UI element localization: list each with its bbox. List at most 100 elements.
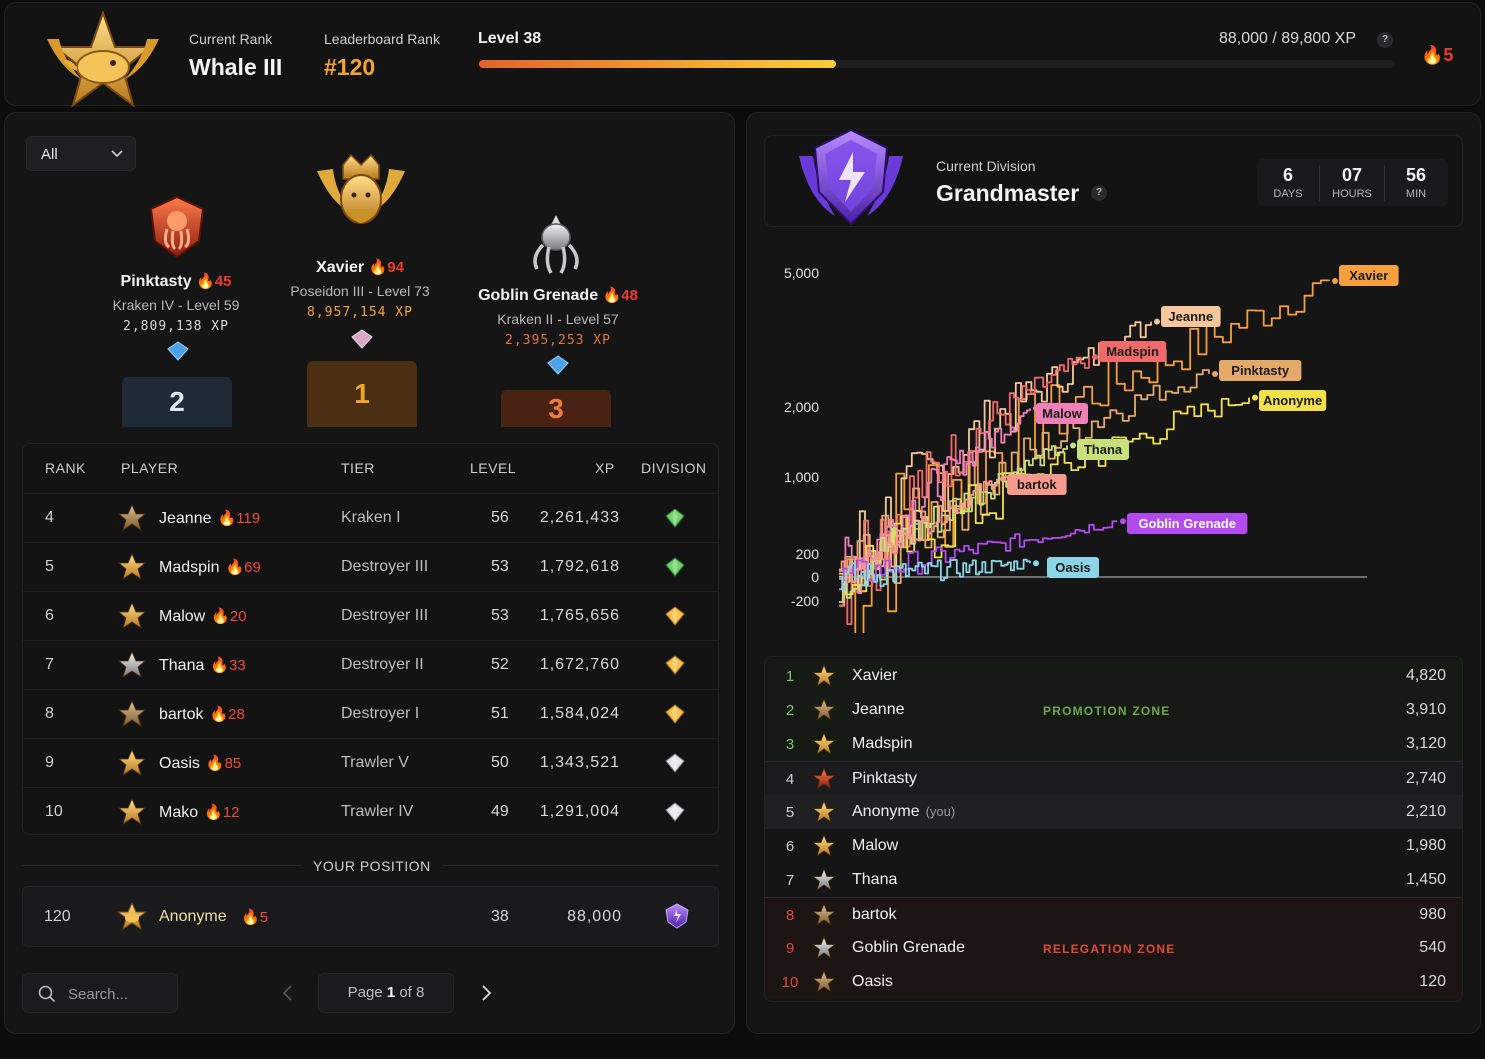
your-rank: 120 [44,908,71,925]
standings-player: Goblin Grenade [852,939,965,957]
podium-1-name-text: Xavier [316,259,365,276]
table-row[interactable]: 4 Jeanne 🔥119 Kraken I 56 2,261,433 [23,493,718,542]
division-standings: 1 Xavier 4,820 2 Jeanne PROMOTION ZONE 3,… [764,656,1463,1002]
filter-dropdown[interactable]: All [26,136,136,171]
row-rank: 7 [45,656,54,673]
blue-gem-icon [547,355,569,375]
row-tier: Trawler V [341,754,409,771]
standings-row[interactable]: 4 Pinktasty 2,740 [765,761,1462,795]
row-xp: 2,261,433 [539,509,620,526]
xp-text: 88,000 / 89,800 XP [1219,30,1356,47]
standings-row[interactable]: 5 Anonyme (you) 2,210 [765,795,1462,829]
chevron-right-icon[interactable] [479,984,493,1002]
gold-gem-icon [665,655,685,675]
y-tick-label: 200 [796,546,820,562]
podium-3-name[interactable]: Goblin Grenade 🔥48 [473,286,643,305]
col-xp[interactable]: XP [595,460,615,476]
standings-points: 3,910 [1405,701,1446,718]
svg-text:Goblin Grenade: Goblin Grenade [1138,516,1236,531]
row-level: 53 [491,558,509,575]
table-row[interactable]: 7 Thana 🔥33 Destroyer II 52 1,672,760 [23,640,718,689]
standings-row[interactable]: 6 Malow 1,980 [765,829,1462,863]
green-gem-icon [665,557,685,577]
table-row[interactable]: 9 Oasis 🔥85 Trawler V 50 1,343,521 [23,738,718,787]
player-badge-icon [812,834,836,857]
col-rank[interactable]: RANK [45,460,86,476]
timer-days: 6 DAYS [1257,159,1319,206]
standings-player: Xavier [852,667,897,685]
row-level: 53 [491,607,509,624]
division-help-icon[interactable]: ? [1091,185,1107,201]
table-row[interactable]: 10 Mako 🔥12 Trawler IV 49 1,291,004 [23,787,718,836]
table-row[interactable]: 8 bartok 🔥28 Destroyer I 51 1,584,024 [23,689,718,738]
flame-icon: 🔥 [602,287,622,304]
standings-player-name: Madspin [852,735,913,752]
standings-points: 1,450 [1405,871,1446,888]
row-player-name: Thana [159,657,205,674]
row-player-name: Malow [159,608,206,625]
row-player: Madspin 🔥69 [159,558,261,577]
standings-position: 10 [781,974,799,991]
player-badge-icon [812,936,836,959]
podium-1-block: 1 [307,361,417,427]
standings-position: 6 [785,838,795,855]
filter-dropdown-value: All [41,146,58,163]
podium-2-name[interactable]: Pinktasty 🔥45 [101,272,251,291]
row-streak: 33 [229,657,246,674]
svg-text:Pinktasty: Pinktasty [1231,363,1290,378]
standings-player-name: Pinktasty [852,770,917,787]
standings-position: 1 [785,668,795,685]
standings-player-name: bartok [852,906,897,923]
podium-1-name[interactable]: Xavier 🔥94 [285,258,435,277]
svg-text:Madspin: Madspin [1106,344,1159,359]
streak-value: 5 [1443,45,1454,65]
series-end-point [1252,394,1258,401]
col-level[interactable]: LEVEL [470,460,516,476]
podium-2-streak: 45 [214,273,232,290]
row-player: bartok 🔥28 [159,705,245,724]
row-level: 50 [491,754,509,771]
player-badge-icon [812,664,836,687]
standings-player: Pinktasty [852,770,917,788]
chevron-left-icon[interactable] [281,984,295,1002]
y-tick-label: 2,000 [784,399,819,415]
standings-row[interactable]: 10 Oasis 120 [765,965,1462,999]
your-position-row[interactable]: 120 Anonyme 🔥5 38 88,000 [22,886,719,947]
series-end-point [1212,370,1218,377]
player-badge-icon [812,732,836,755]
standings-row[interactable]: 1 Xavier 4,820 [765,659,1462,693]
svg-text:Jeanne: Jeanne [1168,309,1213,324]
series-label: Xavier [1339,265,1399,286]
flame-icon: 🔥 [205,755,225,772]
row-rank: 10 [45,803,63,820]
standings-position: 2 [785,702,795,719]
standings-row[interactable]: 3 Madspin 3,120 [765,727,1462,761]
series-end-point [1332,278,1338,285]
standings-row[interactable]: 7 Thana 1,450 [765,863,1462,897]
page-indicator: Page 1 of 8 [318,973,454,1013]
leaderboard-rank-value: #120 [324,54,376,80]
timer-minutes: 56 MIN [1385,159,1447,206]
table-row[interactable]: 5 Madspin 🔥69 Destroyer III 53 1,792,618 [23,542,718,591]
promotion-zone-label: PROMOTION ZONE [1043,704,1171,718]
row-tier: Destroyer III [341,558,429,575]
col-player[interactable]: PLAYER [121,460,178,476]
flame-icon: 🔥 [210,657,230,674]
xp-help-icon[interactable]: ? [1377,32,1393,48]
row-xp: 1,584,024 [539,705,620,722]
standings-row[interactable]: 9 Goblin Grenade RELEGATION ZONE 540 [765,931,1462,965]
podium-1-xp: 8,957,154 XP [307,305,413,320]
series-label: Goblin Grenade [1127,513,1248,534]
series-end-point [1154,318,1160,325]
podium-3-name-text: Goblin Grenade [478,287,599,304]
podium-2-name-text: Pinktasty [120,273,192,290]
standings-position: 9 [785,940,795,957]
col-tier[interactable]: TIER [341,460,375,476]
table-row[interactable]: 6 Malow 🔥20 Destroyer III 53 1,765,656 [23,591,718,640]
standings-row[interactable]: 2 Jeanne PROMOTION ZONE 3,910 [765,693,1462,727]
series-end-point [1033,560,1039,567]
col-division[interactable]: DIVISION [641,460,706,476]
y-tick-label: -200 [791,593,819,609]
standings-row[interactable]: 8 bartok 980 [765,897,1462,931]
search-input[interactable]: Search... [22,973,178,1013]
